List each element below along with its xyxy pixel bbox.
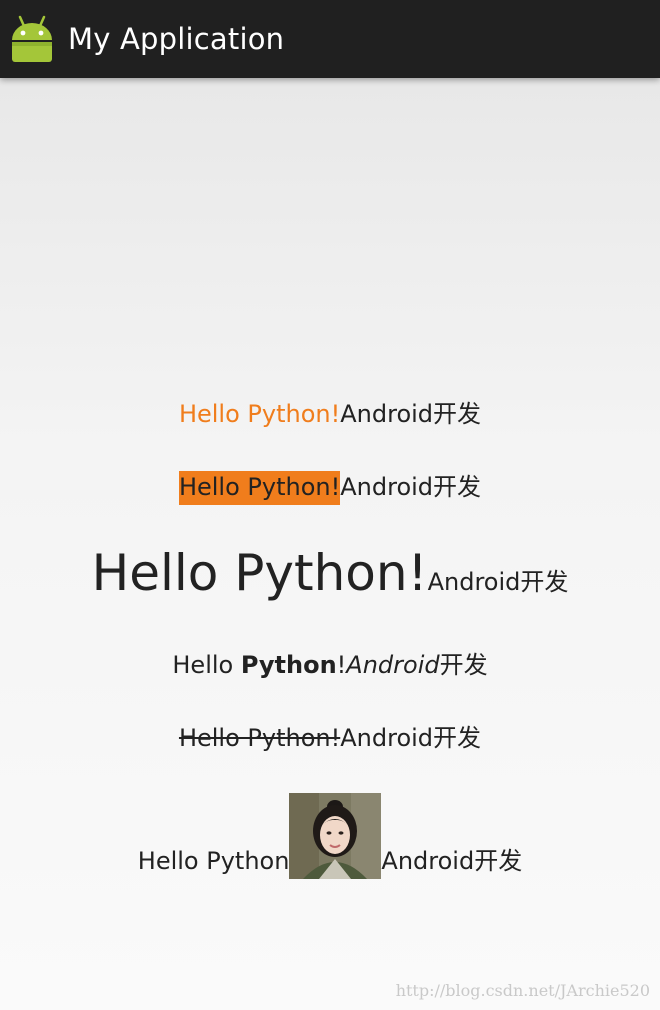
text-image-span: Hello Python Android开发 bbox=[0, 793, 660, 879]
strikethrough-text: Hello Python! bbox=[178, 724, 341, 752]
plain-text: Android开发 bbox=[427, 568, 569, 596]
main-content: Hello Python!Android开发 Hello Python!Andr… bbox=[0, 78, 660, 1010]
text-style-span: Hello Python!Android开发 bbox=[0, 645, 660, 680]
plain-text: Android开发 bbox=[381, 847, 523, 875]
android-robot-icon bbox=[8, 14, 56, 64]
large-text: Hello Python! bbox=[91, 544, 428, 602]
app-title: My Application bbox=[68, 22, 285, 56]
plain-text: Hello bbox=[172, 651, 241, 679]
text-size-span: Hello Python!Android开发 bbox=[0, 544, 660, 602]
plain-text: Android开发 bbox=[340, 400, 482, 428]
bold-text: Python bbox=[240, 651, 337, 679]
plain-text: ! bbox=[336, 651, 347, 679]
text-background-color: Hello Python!Android开发 bbox=[0, 467, 660, 505]
portrait-photo bbox=[289, 793, 382, 879]
plain-text: Android开发 bbox=[340, 473, 482, 501]
italic-text: Android bbox=[346, 651, 440, 679]
plain-text: Android开发 bbox=[340, 724, 482, 752]
watermark-text: http://blog.csdn.net/JArchie520 bbox=[395, 981, 650, 1000]
orange-text: Hello Python! bbox=[178, 400, 341, 428]
plain-text: 开发 bbox=[439, 651, 488, 679]
plain-text: Hello Python bbox=[137, 847, 290, 875]
action-bar: My Application bbox=[0, 0, 660, 78]
highlighted-text: Hello Python! bbox=[178, 471, 341, 505]
text-foreground-color: Hello Python!Android开发 bbox=[0, 394, 660, 429]
text-strikethrough-span: Hello Python!Android开发 bbox=[0, 718, 660, 753]
